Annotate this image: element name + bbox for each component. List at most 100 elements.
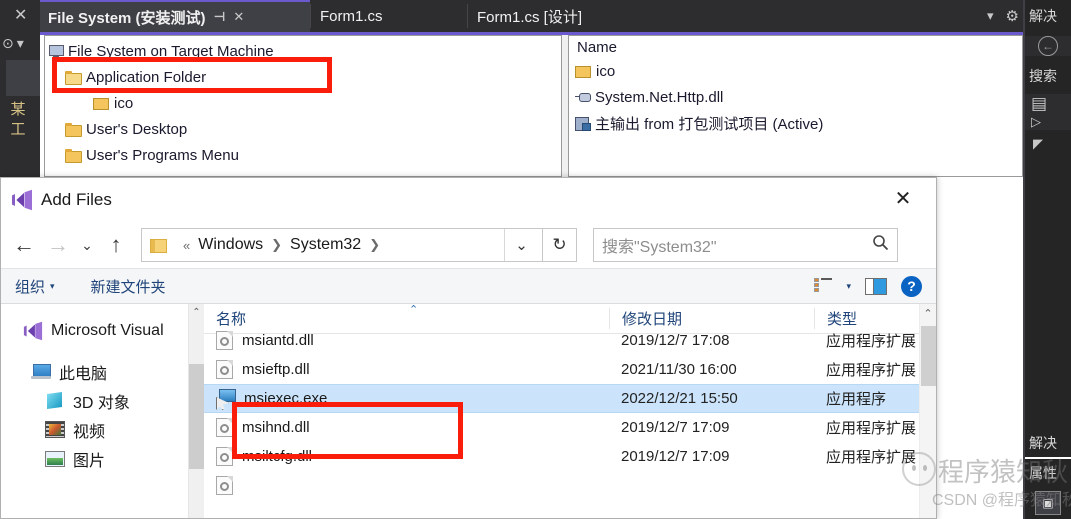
close-icon[interactable]: ✕ xyxy=(888,186,918,212)
vs-left-vertical-label: 某 工 xyxy=(4,100,32,140)
breadcrumb-segment-system32[interactable]: System32 xyxy=(288,236,363,254)
up-button[interactable]: ↑ xyxy=(99,228,133,262)
table-row[interactable]: msiantd.dll 2019/12/7 17:08 应用程序扩展 xyxy=(204,326,936,355)
tab-properties[interactable]: 属性 xyxy=(1025,459,1071,487)
expander-icon[interactable]: ▷ xyxy=(1025,114,1071,130)
dialog-navbar: ← → ⌄ ↑ « Windows ❯ System32 ❯ ⌄ ↻ 搜索"Sy… xyxy=(1,222,936,268)
tab-form1-cs[interactable]: Form1.cs xyxy=(312,0,467,32)
file-list: ⌃ 名称 修改日期 类型 msiantd.dll 2019/12/7 17:08… xyxy=(204,304,936,518)
chevron-right-icon[interactable]: ❯ xyxy=(363,237,386,253)
chevron-right-icon[interactable]: ❯ xyxy=(265,237,288,253)
dialog-titlebar: Add Files ✕ xyxy=(1,178,936,222)
new-folder-button[interactable]: 新建文件夹 xyxy=(91,276,166,297)
circle-icon: ⊙ xyxy=(2,34,14,51)
table-row[interactable]: msiltcfg.dll 2019/12/7 17:09 应用程序扩展 xyxy=(204,442,936,471)
tree-item-application-folder[interactable]: Application Folder xyxy=(49,64,559,90)
tree-item-label: File System on Target Machine xyxy=(68,42,274,60)
organize-label: 组织 xyxy=(15,278,46,296)
file-name: msiexec.exe xyxy=(244,390,328,407)
back-icon[interactable]: ← xyxy=(1038,36,1058,56)
screenshot-root: ✕ ⊙ ▾ 某 工 File System (安装测试) ⊣ ✕ Form1.c… xyxy=(0,0,1071,519)
recent-locations-button[interactable]: ⌄ xyxy=(75,228,99,262)
chevron-down-icon: ▾ xyxy=(50,280,55,291)
sidebar-item-label: Microsoft Visual xyxy=(51,321,164,339)
table-row[interactable]: msieftp.dll 2021/11/30 16:00 应用程序扩展 xyxy=(204,355,936,384)
sidebar-item-this-pc[interactable]: 此电脑 xyxy=(1,357,204,386)
tree-item-users-programs-menu[interactable]: User's Programs Menu xyxy=(49,142,559,168)
file-list-scrollbar[interactable]: ⌃ xyxy=(919,304,936,518)
table-row[interactable]: msiexec.exe 2022/12/21 15:50 应用程序 xyxy=(204,384,936,413)
file-system-tree: File System on Target Machine Applicatio… xyxy=(49,38,559,168)
tab-separator xyxy=(310,4,311,28)
breadcrumb-segment-windows[interactable]: Windows xyxy=(196,236,265,254)
content-item-primary-output[interactable]: 主输出 from 打包测试项目 (Active) xyxy=(569,110,1022,136)
properties-toolbar-icon[interactable]: ▣ xyxy=(1035,491,1061,515)
sidebar-item-pictures[interactable]: 图片 xyxy=(1,444,204,473)
tab-form1-cs-design-label: Form1.cs [设计] xyxy=(477,8,583,26)
scrollbar-thumb[interactable] xyxy=(921,326,936,386)
content-item-ico[interactable]: ico xyxy=(569,58,1022,84)
file-type: 应用程序扩展 xyxy=(826,420,917,437)
breadcrumb-overflow[interactable]: « xyxy=(177,238,196,253)
tree-item-ico[interactable]: ico xyxy=(49,90,559,116)
preview-pane-icon[interactable] xyxy=(865,277,887,295)
project-output-icon xyxy=(575,116,591,131)
tree-item-target-machine[interactable]: File System on Target Machine xyxy=(49,38,559,64)
sidebar-item-microsoft-visual[interactable]: Microsoft Visual xyxy=(1,316,204,345)
close-icon[interactable]: ✕ xyxy=(233,9,244,25)
tab-form1-cs-design[interactable]: Form1.cs [设计] xyxy=(469,0,669,32)
organize-button[interactable]: 组织 ▾ xyxy=(15,276,55,297)
file-name: msieftp.dll xyxy=(242,361,310,378)
scroll-up-icon[interactable]: ⌃ xyxy=(920,304,936,322)
monitor-icon xyxy=(49,45,64,57)
search-input[interactable]: 搜索"System32" xyxy=(593,228,898,262)
scroll-up-icon[interactable]: ⌃ xyxy=(189,304,204,321)
sidebar-item-3d-objects[interactable]: 3D 对象 xyxy=(1,386,204,415)
sort-ascending-icon: ⌃ xyxy=(409,304,419,316)
vs-right-docked-panels: 解决 ← 搜索 ▤ ▷ ◤ 解决 属性 ▣ xyxy=(1023,0,1071,519)
column-header-name[interactable]: Name xyxy=(569,36,1022,58)
tab-solution-explorer[interactable]: 解决 xyxy=(1025,429,1071,459)
sidebar-item-label: 图片 xyxy=(73,452,106,470)
close-icon[interactable]: ✕ xyxy=(14,8,27,24)
content-item-system-net-http[interactable]: System.Net.Http.dll xyxy=(569,84,1022,110)
table-row[interactable] xyxy=(204,471,936,500)
pin-icon[interactable]: ⊣ xyxy=(214,9,226,25)
dll-file-icon xyxy=(216,447,233,466)
search-label[interactable]: 搜索 xyxy=(1025,60,1071,92)
visual-studio-logo-icon xyxy=(11,189,33,211)
content-item-label: 主输出 from 打包测试项目 (Active) xyxy=(595,115,824,133)
table-row[interactable]: msihnd.dll 2019/12/7 17:09 应用程序扩展 xyxy=(204,413,936,442)
file-name-cell: msiltcfg.dll xyxy=(204,447,609,466)
tab-file-system[interactable]: File System (安装测试) ⊣ ✕ xyxy=(40,0,310,32)
breadcrumb[interactable]: « Windows ❯ System32 ❯ ⌄ xyxy=(141,228,543,262)
collapse-icon[interactable]: ◤ xyxy=(1025,132,1071,156)
vs-left-combo[interactable]: ⊙ ▾ xyxy=(0,32,40,54)
help-icon[interactable]: ? xyxy=(901,275,922,297)
folder-icon xyxy=(93,97,109,110)
scrollbar-thumb[interactable] xyxy=(189,364,204,469)
breadcrumb-dropdown-wrap: ⌄ xyxy=(504,229,538,261)
solution-explorer-nav: ← xyxy=(1025,36,1071,56)
chevron-down-icon[interactable]: ▾ xyxy=(846,281,851,292)
chevron-down-icon[interactable]: ▾ xyxy=(987,8,994,24)
solution-toolbar-icon[interactable]: ▤ xyxy=(1025,94,1071,114)
file-name-cell: msieftp.dll xyxy=(204,360,609,379)
solution-explorer-toolbar: ▤ ▷ xyxy=(1025,94,1071,130)
sidebar-scrollbar[interactable]: ⌃ xyxy=(188,304,204,518)
chevron-down-icon[interactable]: ⌄ xyxy=(504,229,538,261)
refresh-button[interactable]: ↻ xyxy=(543,228,577,262)
sidebar-item-videos[interactable]: 视频 xyxy=(1,415,204,444)
tab-form1-cs-label: Form1.cs xyxy=(320,7,383,25)
tree-item-label: User's Desktop xyxy=(86,120,188,138)
tab-file-system-label: File System (安装测试) xyxy=(48,9,206,27)
view-list-icon[interactable] xyxy=(814,278,833,294)
search-icon[interactable] xyxy=(872,234,889,256)
back-button[interactable]: ← xyxy=(7,228,41,262)
gear-icon[interactable]: ⚙ xyxy=(1006,7,1019,25)
file-name-cell: msihnd.dll xyxy=(204,418,609,437)
solution-explorer-title[interactable]: 解决 xyxy=(1025,0,1071,32)
content-item-label: System.Net.Http.dll xyxy=(595,88,724,106)
tree-item-users-desktop[interactable]: User's Desktop xyxy=(49,116,559,142)
add-files-dialog: Add Files ✕ ← → ⌄ ↑ « Windows ❯ System32… xyxy=(0,177,937,519)
